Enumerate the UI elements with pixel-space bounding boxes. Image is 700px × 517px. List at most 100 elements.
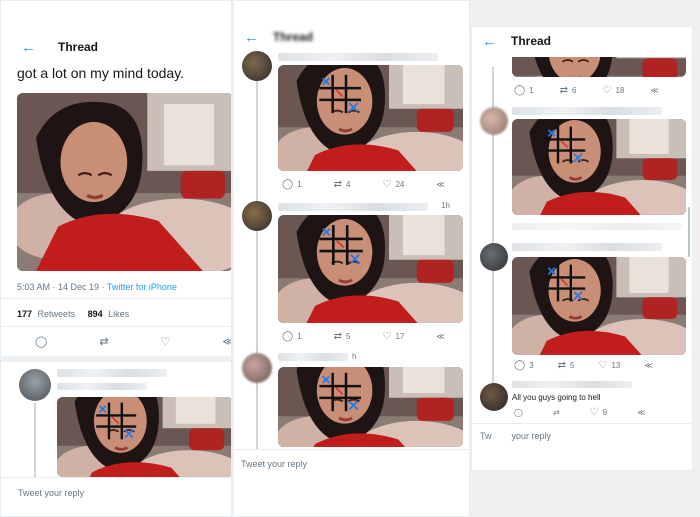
like-icon[interactable]: ♡ xyxy=(590,407,599,418)
scrollbar[interactable] xyxy=(688,207,690,257)
reply-composer[interactable]: Tw your reply xyxy=(472,423,692,449)
post-photo[interactable] xyxy=(512,257,686,355)
panel-thread-3: ← Thread ◯ 1 ⇄ 6 ♡ 18 ≪ ◯ 3 ⇄ 5 ♡ 13 ≪ All you… xyxy=(471,26,693,471)
avatar[interactable] xyxy=(480,243,508,271)
arrow-left-icon[interactable]: ← xyxy=(21,39,36,56)
tweet-meta: 5:03 AM · 14 Dec 19 · Twitter for iPhone xyxy=(17,282,177,292)
reply-placeholder: Tw your reply xyxy=(480,431,552,441)
post-photo[interactable] xyxy=(278,65,463,171)
reply-count: 1 xyxy=(529,86,534,95)
panel-thread-1: ← Thread got a lot on my mind today. 5:0… xyxy=(0,0,232,517)
post-photo[interactable] xyxy=(512,57,686,77)
tic-tac-toe-drawing xyxy=(316,73,366,115)
tweet-photo[interactable] xyxy=(17,93,231,271)
reply-composer[interactable]: Tweet your reply xyxy=(234,449,469,476)
post-actions: ◯ 1 ⇄ 6 ♡ 18 ≪ xyxy=(514,85,659,96)
reply-count: 1 xyxy=(297,180,302,189)
avatar[interactable] xyxy=(242,353,272,383)
like-count: 24 xyxy=(395,180,405,189)
retweet-icon[interactable]: ⇄ xyxy=(558,360,566,371)
post-actions: ◯ 1 ⇄ 4 ♡ 24 ≪ xyxy=(282,179,445,190)
like-icon[interactable]: ♡ xyxy=(383,331,392,342)
reply-count: 1 xyxy=(297,332,302,341)
like-icon[interactable]: ♡ xyxy=(603,85,612,96)
tweet-actions: ◯ ⇄ ♡ ≪ xyxy=(35,335,231,348)
tic-tac-toe-drawing xyxy=(316,223,368,267)
share-icon[interactable]: ≪ xyxy=(637,408,645,417)
reply-placeholder: Tweet your reply xyxy=(241,459,308,469)
retweet-icon[interactable]: ⇄ xyxy=(553,408,560,417)
tic-tac-toe-drawing xyxy=(316,371,366,413)
post-time: 1h xyxy=(441,201,450,210)
panel-thread-2: ← Thread ◯ 1 ⇄ 4 ♡ 24 ≪ 1h ◯ 1 ⇄ 5 ♡ 17 ≪ h Tw… xyxy=(233,0,470,517)
retweets-count: 177 xyxy=(17,309,33,319)
share-icon[interactable]: ≪ xyxy=(644,361,652,370)
tweet-text: got a lot on my mind today. xyxy=(17,65,185,81)
thread-line xyxy=(34,403,36,478)
reply-count: 3 xyxy=(529,361,534,370)
thread-line xyxy=(256,81,258,451)
reply-icon[interactable]: ◯ xyxy=(514,408,523,417)
header: ← Thread xyxy=(1,29,231,65)
retweet-count: 4 xyxy=(346,180,351,189)
like-icon[interactable]: ♡ xyxy=(599,360,608,371)
share-icon[interactable]: ≪ xyxy=(436,180,444,189)
page-title: Thread xyxy=(511,34,552,48)
likes-count: 894 xyxy=(87,309,103,319)
redacted-username xyxy=(512,243,662,251)
post-actions: ◯ 3 ⇄ 5 ♡ 13 ≪ xyxy=(514,360,653,371)
arrow-left-icon[interactable]: ← xyxy=(482,33,497,50)
redacted-username xyxy=(512,107,662,115)
retweet-count: 5 xyxy=(570,361,575,370)
retweet-icon[interactable]: ⇄ xyxy=(334,331,342,342)
like-icon[interactable]: ♡ xyxy=(383,179,392,190)
redacted-actions xyxy=(512,223,682,230)
reply-text: All you guys going to hell xyxy=(512,393,601,402)
share-icon[interactable]: ≪ xyxy=(222,335,231,348)
reply-icon[interactable]: ◯ xyxy=(514,360,525,371)
reply-composer[interactable]: Tweet your reply xyxy=(1,477,231,516)
redacted-username xyxy=(278,353,348,361)
reply-placeholder: Tweet your reply xyxy=(18,488,85,498)
page-title: Thread xyxy=(273,30,314,44)
retweet-count: 5 xyxy=(346,332,351,341)
post-photo[interactable] xyxy=(278,215,463,323)
tweet-client-link[interactable]: Twitter for iPhone xyxy=(107,282,177,292)
tweet-time: 5:03 AM · 14 Dec 19 · xyxy=(17,282,107,292)
like-count: 17 xyxy=(395,332,405,341)
divider xyxy=(1,326,231,327)
reply-icon[interactable]: ◯ xyxy=(282,331,293,342)
retweet-icon[interactable]: ⇄ xyxy=(334,179,342,190)
post-time: h xyxy=(352,352,357,361)
redacted-username xyxy=(57,369,167,377)
avatar[interactable] xyxy=(242,201,272,231)
avatar[interactable] xyxy=(242,51,272,81)
tic-tac-toe-drawing xyxy=(542,125,590,165)
avatar[interactable] xyxy=(19,369,51,401)
like-count: 13 xyxy=(611,361,621,370)
like-count: 18 xyxy=(615,86,625,95)
redacted-username xyxy=(278,53,438,61)
reply-icon[interactable]: ◯ xyxy=(35,335,47,348)
retweets-label[interactable]: Retweets xyxy=(38,309,76,319)
divider xyxy=(1,356,231,362)
like-count: 9 xyxy=(602,408,608,417)
retweet-icon[interactable]: ⇄ xyxy=(99,335,108,348)
post-photo[interactable] xyxy=(278,367,463,447)
post-photo[interactable] xyxy=(512,119,686,215)
avatar[interactable] xyxy=(480,107,508,135)
arrow-left-icon[interactable]: ← xyxy=(244,29,259,46)
share-icon[interactable]: ≪ xyxy=(436,332,444,341)
header: ← Thread xyxy=(472,27,692,59)
reply-icon[interactable]: ◯ xyxy=(282,179,293,190)
reply-photo[interactable] xyxy=(57,397,231,477)
share-icon[interactable]: ≪ xyxy=(650,86,658,95)
divider xyxy=(1,298,231,299)
avatar[interactable] xyxy=(480,383,508,411)
retweet-icon[interactable]: ⇄ xyxy=(560,85,568,96)
engagement-counts: 177 Retweets 894 Likes xyxy=(17,309,129,319)
redacted-text xyxy=(57,383,147,390)
reply-icon[interactable]: ◯ xyxy=(514,85,525,96)
like-icon[interactable]: ♡ xyxy=(161,335,171,348)
likes-label[interactable]: Likes xyxy=(108,309,129,319)
